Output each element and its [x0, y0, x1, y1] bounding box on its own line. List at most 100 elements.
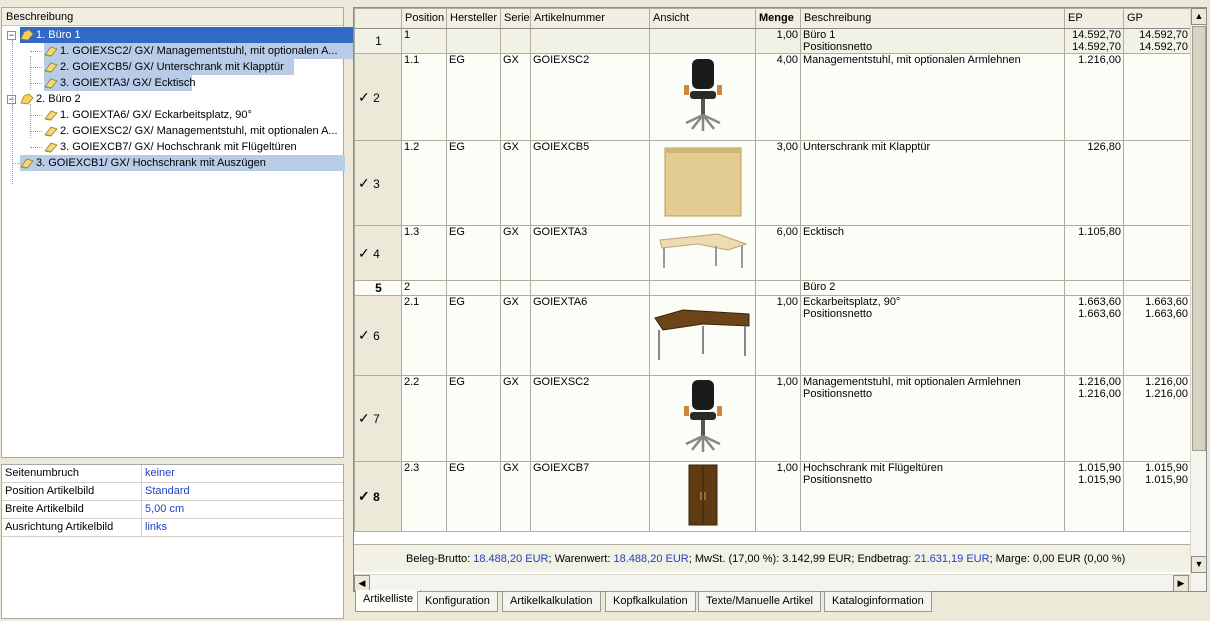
cell-ep[interactable]: 1.663,60 1.663,60 — [1064, 295, 1124, 376]
table-row[interactable]: 1 1 1,00 Büro 1 Positionsnetto 14.592,70 14.59… — [354, 28, 1191, 54]
cell-gp[interactable] — [1123, 140, 1191, 226]
structure-tree[interactable]: Beschreibung − 1. Büro 1 1. GOIEXSC2/ GX/ … — [1, 7, 364, 458]
column-header-ep[interactable]: EP — [1064, 8, 1124, 29]
tab-konfiguration[interactable]: Konfiguration — [417, 591, 498, 612]
tree-node[interactable]: −2. Büro 2 — [2, 91, 343, 107]
cell-position[interactable]: 1.3 — [401, 225, 447, 281]
cell-position[interactable]: 1 — [401, 28, 447, 54]
vertical-scroll-thumb[interactable] — [1192, 26, 1206, 451]
collapse-icon[interactable]: − — [7, 31, 16, 40]
cell-gp[interactable]: 1.663,60 1.663,60 — [1123, 295, 1191, 376]
tab-kopfkalkulation[interactable]: Kopfkalkulation — [605, 591, 696, 612]
property-row[interactable]: Position Artikelbild Standard — [2, 483, 343, 501]
tree-node[interactable]: 1. GOIEXSC2/ GX/ Managementstuhl, mit op… — [2, 43, 364, 59]
tree-node[interactable]: 1. GOIEXTA6/ GX/ Eckarbeitsplatz, 90° — [2, 107, 343, 123]
cell-menge[interactable]: 1,00 — [755, 375, 801, 462]
column-header-row-header[interactable] — [354, 8, 402, 29]
cell-beschreibung[interactable]: Ecktisch — [800, 225, 1065, 281]
cell-serie[interactable]: GX — [500, 375, 531, 462]
cell-ep[interactable]: 1.015,90 1.015,90 — [1064, 461, 1124, 532]
property-row[interactable]: Seitenumbruch keiner — [2, 465, 343, 483]
row-header[interactable]: ✓ 6 — [354, 295, 402, 376]
tab-texte-manuelle-artikel[interactable]: Texte/Manuelle Artikel — [698, 591, 821, 612]
cell-beschreibung[interactable]: Eckarbeitsplatz, 90° Positionsnetto — [800, 295, 1065, 376]
cell-ep[interactable]: 1.105,80 — [1064, 225, 1124, 281]
cell-menge[interactable]: 4,00 — [755, 53, 801, 141]
tree-node[interactable]: 3. GOIEXCB1/ GX/ Hochschrank mit Auszüge… — [2, 155, 345, 171]
tree-node[interactable]: 2. GOIEXSC2/ GX/ Managementstuhl, mit op… — [2, 123, 343, 139]
cell-serie[interactable]: GX — [500, 53, 531, 141]
table-row[interactable]: ✓ 8 2.3 EG GX GOIEXCB7 1,00 Hochschrank mit Fl… — [354, 461, 1191, 532]
column-header-artikelnummer[interactable]: Artikelnummer — [530, 8, 650, 29]
cell-gp[interactable] — [1123, 280, 1191, 296]
cell-artikelnummer[interactable]: GOIEXTA6 — [530, 295, 650, 376]
cell-hersteller[interactable] — [446, 280, 501, 296]
cell-serie[interactable] — [500, 28, 531, 54]
cell-ep[interactable] — [1064, 280, 1124, 296]
cell-menge[interactable]: 3,00 — [755, 140, 801, 226]
cell-artikelnummer[interactable] — [530, 280, 650, 296]
row-header[interactable]: ✓ 4 — [354, 225, 402, 281]
cell-position[interactable]: 1.2 — [401, 140, 447, 226]
pane-splitter[interactable] — [1, 459, 344, 463]
cell-menge[interactable]: 6,00 — [755, 225, 801, 281]
cell-serie[interactable]: GX — [500, 461, 531, 532]
cell-gp[interactable] — [1123, 53, 1191, 141]
column-header-hersteller[interactable]: Hersteller — [446, 8, 501, 29]
cell-artikelnummer[interactable]: GOIEXTA3 — [530, 225, 650, 281]
cell-beschreibung[interactable]: Hochschrank mit Flügeltüren Positionsnett… — [800, 461, 1065, 532]
table-row[interactable]: ✓ 2 1.1 EG GX GOIEXSC2 4,00 Managementstuhl, m… — [354, 53, 1191, 141]
cell-menge[interactable] — [755, 280, 801, 296]
cell-serie[interactable]: GX — [500, 295, 531, 376]
scroll-down-icon[interactable]: ▼ — [1191, 556, 1206, 573]
cell-hersteller[interactable]: EG — [446, 140, 501, 226]
cell-hersteller[interactable]: EG — [446, 53, 501, 141]
table-row[interactable]: 5 2 Büro 2 — [354, 280, 1191, 296]
table-row[interactable]: ✓ 7 2.2 EG GX GOIEXSC2 1,00 Managementstuhl, m… — [354, 375, 1191, 462]
row-header[interactable]: ✓ 3 — [354, 140, 402, 226]
cell-serie[interactable]: GX — [500, 140, 531, 226]
property-value[interactable]: 5,00 cm — [145, 501, 184, 518]
column-header-beschreibung[interactable]: Beschreibung — [800, 8, 1065, 29]
tab-kataloginformation[interactable]: Kataloginformation — [824, 591, 932, 612]
row-header[interactable]: 5 — [354, 280, 402, 296]
cell-ep[interactable]: 1.216,00 — [1064, 53, 1124, 141]
row-header[interactable]: ✓ 7 — [354, 375, 402, 462]
cell-beschreibung[interactable]: Büro 2 — [800, 280, 1065, 296]
cell-hersteller[interactable] — [446, 28, 501, 54]
cell-artikelnummer[interactable]: GOIEXCB5 — [530, 140, 650, 226]
row-header[interactable]: ✓ 8 — [354, 461, 402, 532]
tree-node[interactable]: 2. GOIEXCB5/ GX/ Unterschrank mit Klappt… — [2, 59, 343, 75]
cell-gp[interactable]: 1.015,90 1.015,90 — [1123, 461, 1191, 532]
row-header[interactable]: ✓ 2 — [354, 53, 402, 141]
cell-beschreibung[interactable]: Managementstuhl, mit optionalen Armlehne… — [800, 53, 1065, 141]
cell-position[interactable]: 2.3 — [401, 461, 447, 532]
column-header-ansicht[interactable]: Ansicht — [649, 8, 756, 29]
tab-artikelkalkulation[interactable]: Artikelkalkulation — [502, 591, 601, 612]
column-header-menge[interactable]: Menge — [755, 8, 801, 29]
cell-serie[interactable] — [500, 280, 531, 296]
property-value[interactable]: keiner — [145, 465, 175, 482]
cell-position[interactable]: 2.1 — [401, 295, 447, 376]
column-header-position[interactable]: Position — [401, 8, 447, 29]
cell-position[interactable]: 2 — [401, 280, 447, 296]
cell-position[interactable]: 2.2 — [401, 375, 447, 462]
cell-hersteller[interactable]: EG — [446, 461, 501, 532]
tree-node[interactable]: 3. GOIEXTA3/ GX/ Ecktisch — [2, 75, 343, 91]
cell-ep[interactable]: 14.592,70 14.592,70 — [1064, 28, 1124, 54]
cell-artikelnummer[interactable]: GOIEXSC2 — [530, 375, 650, 462]
table-row[interactable]: ✓ 3 1.2 EG GX GOIEXCB5 3,00 Unterschrank mit K… — [354, 140, 1191, 226]
cell-beschreibung[interactable]: Managementstuhl, mit optionalen Armlehne… — [800, 375, 1065, 462]
vertical-scrollbar[interactable]: ▲ ▼ — [1190, 8, 1206, 591]
cell-menge[interactable]: 1,00 — [755, 295, 801, 376]
property-value[interactable]: Standard — [145, 483, 190, 500]
table-row[interactable]: ✓ 4 1.3 EG GX GOIEXTA3 6,00 Ecktisch 1.105,80 — [354, 225, 1191, 281]
cell-gp[interactable] — [1123, 225, 1191, 281]
cell-hersteller[interactable]: EG — [446, 225, 501, 281]
cell-hersteller[interactable]: EG — [446, 375, 501, 462]
cell-ep[interactable]: 126,80 — [1064, 140, 1124, 226]
tree-node[interactable]: − 1. Büro 1 — [2, 27, 360, 43]
tree-node[interactable]: 3. GOIEXCB7/ GX/ Hochschrank mit Flügelt… — [2, 139, 343, 155]
property-row[interactable]: Ausrichtung Artikelbild links — [2, 519, 343, 537]
tab-artikelliste[interactable]: Artikelliste — [355, 590, 422, 612]
